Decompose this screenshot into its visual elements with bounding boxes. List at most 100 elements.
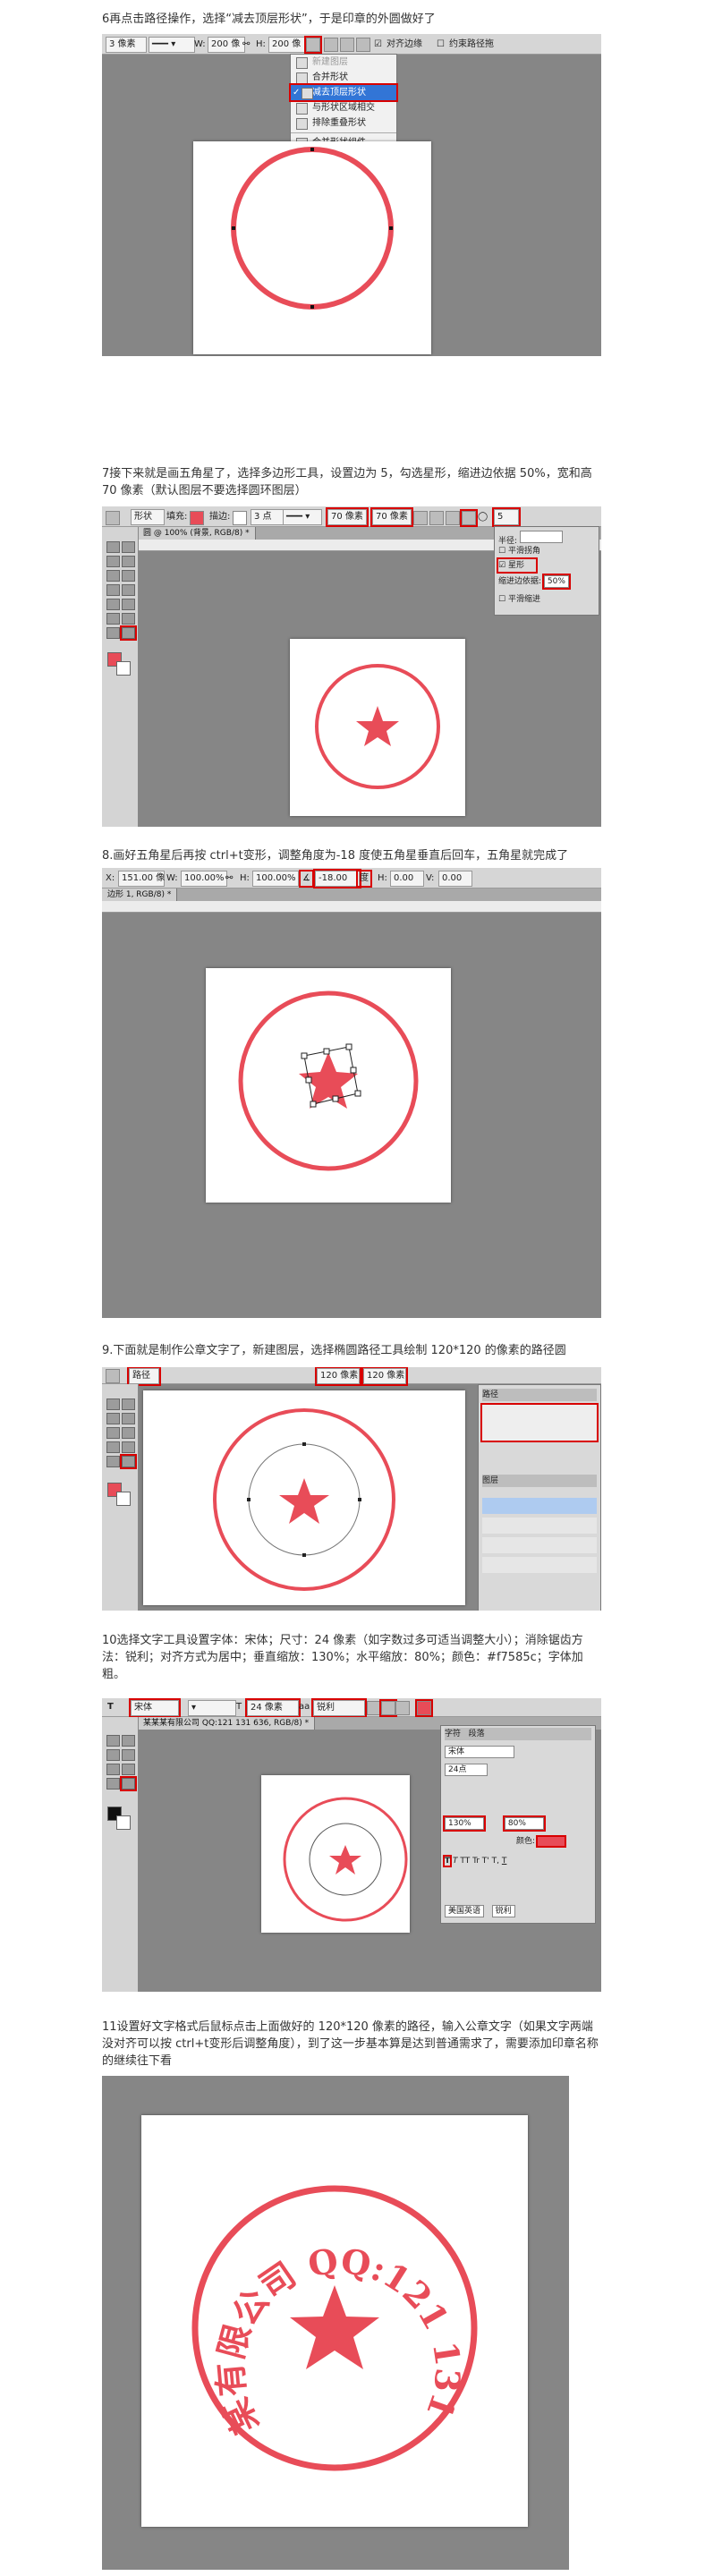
font-size-field[interactable]: 24 像素 bbox=[245, 1698, 301, 1718]
type-tool-icon[interactable] bbox=[120, 1776, 137, 1791]
stroke-size-field[interactable]: 3 像素 bbox=[106, 37, 147, 53]
marquee-tool-icon[interactable] bbox=[122, 1399, 135, 1410]
settings-gear-icon[interactable] bbox=[460, 509, 478, 527]
move-tool-icon[interactable] bbox=[106, 541, 120, 553]
stroke-style-dropdown[interactable]: ━━━ ▾ bbox=[149, 37, 195, 53]
path-operations-icon[interactable] bbox=[413, 511, 428, 525]
magic-wand-icon[interactable] bbox=[122, 1413, 135, 1424]
path-arrangement-icon[interactable] bbox=[340, 38, 354, 52]
faux-bold-icon[interactable]: T bbox=[442, 1855, 453, 1867]
path-select-icon[interactable] bbox=[106, 627, 120, 639]
width-scale-field[interactable]: 100.00% bbox=[181, 871, 227, 887]
stroke-swatch[interactable] bbox=[233, 511, 247, 525]
indent-field[interactable]: 50% bbox=[541, 574, 571, 590]
font-family-dropdown[interactable]: 宋体 bbox=[129, 1698, 181, 1718]
layer-row[interactable] bbox=[482, 1557, 597, 1573]
stroke-style-dropdown[interactable]: ━━━ ▾ bbox=[283, 509, 322, 525]
align-edges-checkbox[interactable]: ☑ bbox=[374, 38, 382, 52]
fill-swatch[interactable] bbox=[190, 511, 204, 525]
height-field[interactable]: 120 像素 bbox=[361, 1367, 408, 1386]
pen-tool-icon[interactable] bbox=[106, 1456, 120, 1467]
constrain-checkbox[interactable]: ☐ bbox=[437, 38, 445, 52]
v-skew-field[interactable]: 0.00 bbox=[438, 871, 472, 887]
crop-tool-icon[interactable] bbox=[106, 1427, 120, 1439]
polygon-tool-icon[interactable] bbox=[106, 511, 120, 525]
background-color-swatch[interactable] bbox=[116, 661, 131, 676]
font-style-dropdown[interactable]: ▾ bbox=[188, 1700, 236, 1716]
marquee-tool-icon[interactable] bbox=[122, 1735, 135, 1747]
document-canvas[interactable] bbox=[193, 141, 431, 354]
width-field[interactable]: 70 像素 bbox=[326, 507, 369, 527]
document-canvas[interactable] bbox=[261, 1775, 410, 1933]
menu-item-subtract[interactable]: ✓ 减去顶层形状 bbox=[289, 83, 398, 102]
lasso-tool-icon[interactable] bbox=[106, 1749, 120, 1761]
vertical-scale-field[interactable]: 130% bbox=[443, 1815, 486, 1832]
path-operations-icon[interactable] bbox=[304, 36, 322, 54]
background-color-swatch[interactable] bbox=[116, 1815, 131, 1830]
faux-italic-icon[interactable]: T bbox=[453, 1857, 458, 1866]
menu-item-exclude[interactable]: 排除重叠形状 bbox=[291, 115, 396, 131]
brush-tool-icon[interactable] bbox=[106, 1764, 120, 1775]
height-field[interactable]: 70 像素 bbox=[370, 507, 413, 527]
path-alignment-icon[interactable] bbox=[324, 38, 338, 52]
h-skew-field[interactable]: 0.00 bbox=[390, 871, 424, 887]
align-right-icon[interactable] bbox=[395, 1701, 410, 1715]
horizontal-scale-field[interactable]: 80% bbox=[502, 1815, 546, 1832]
brush-tool-icon[interactable] bbox=[106, 584, 120, 596]
stamp-tool-icon[interactable] bbox=[122, 1441, 135, 1453]
smooth-indent-row[interactable]: ☐ 平滑缩进 bbox=[498, 593, 595, 606]
radius-field[interactable] bbox=[519, 531, 563, 543]
document-canvas[interactable] bbox=[143, 1390, 465, 1605]
move-tool-icon[interactable] bbox=[106, 1735, 120, 1747]
antialias-dropdown[interactable]: 锐利 bbox=[311, 1698, 367, 1718]
width-field[interactable]: 120 像素 bbox=[315, 1367, 361, 1386]
document-canvas[interactable] bbox=[206, 968, 451, 1203]
eyedropper-icon[interactable] bbox=[122, 1427, 135, 1439]
text-color-swatch[interactable] bbox=[415, 1699, 433, 1717]
panel-antialias-dropdown[interactable]: 锐利 bbox=[491, 1905, 515, 1917]
smooth-corners-row[interactable]: ☐ 平滑拐角 bbox=[498, 545, 595, 557]
type-tool-icon[interactable] bbox=[122, 613, 135, 625]
ellipse-tool-icon[interactable] bbox=[120, 1454, 137, 1469]
polygon-tool-icon[interactable] bbox=[120, 625, 137, 641]
move-tool-icon[interactable] bbox=[106, 1399, 120, 1410]
align-left-icon[interactable] bbox=[367, 1701, 381, 1715]
stamp-tool-icon[interactable] bbox=[122, 584, 135, 596]
x-field[interactable]: 151.00 像 bbox=[118, 871, 165, 887]
path-alignment-icon[interactable] bbox=[429, 511, 444, 525]
layer-row[interactable] bbox=[482, 1518, 597, 1534]
layer-row[interactable] bbox=[482, 1537, 597, 1553]
pen-tool-icon[interactable] bbox=[106, 613, 120, 625]
star-row[interactable]: ☑ 星形 bbox=[497, 557, 538, 574]
menu-item-combine[interactable]: 合并形状 bbox=[291, 70, 396, 85]
link-icon[interactable]: ⚯ bbox=[242, 38, 250, 52]
mode-dropdown[interactable]: 形状 bbox=[131, 509, 165, 525]
width-field[interactable]: 200 像 bbox=[208, 37, 245, 53]
underline-icon[interactable]: T bbox=[502, 1857, 507, 1866]
tab-character[interactable]: 字符 bbox=[445, 1730, 461, 1739]
link-icon[interactable]: ⚯ bbox=[225, 871, 233, 886]
ellipse-tool-icon[interactable] bbox=[106, 1369, 120, 1383]
layer-row-selected[interactable] bbox=[482, 1498, 597, 1514]
document-tab[interactable]: 圆 @ 100% (背景, RGB/8) * bbox=[138, 527, 256, 540]
lasso-tool-icon[interactable] bbox=[106, 1413, 120, 1424]
panel-font-field[interactable]: 宋体 bbox=[445, 1746, 514, 1758]
layers-panel-tab[interactable]: 图层 bbox=[482, 1475, 597, 1487]
crop-tool-icon[interactable] bbox=[106, 570, 120, 582]
tab-paragraph[interactable]: 段落 bbox=[469, 1730, 485, 1739]
stroke-size-field[interactable]: 3 点 bbox=[251, 509, 285, 525]
stamp-tool-icon[interactable] bbox=[122, 1764, 135, 1775]
pen-tool-icon[interactable] bbox=[106, 1778, 120, 1790]
paths-panel-tab[interactable]: 路径 bbox=[482, 1389, 597, 1401]
magic-wand-icon[interactable] bbox=[122, 1749, 135, 1761]
document-canvas[interactable] bbox=[290, 639, 465, 816]
document-canvas[interactable]: 某某某有限公司 QQ:121 131 636 bbox=[124, 2083, 528, 2527]
marquee-tool-icon[interactable] bbox=[122, 541, 135, 553]
panel-size-field[interactable]: 24点 bbox=[445, 1764, 488, 1776]
magic-wand-icon[interactable] bbox=[122, 556, 135, 567]
panel-color-swatch[interactable] bbox=[535, 1834, 566, 1848]
sides-field[interactable]: 5 bbox=[492, 507, 521, 527]
document-tab[interactable]: 边形 1, RGB/8) * bbox=[102, 888, 178, 901]
path-arrangement-icon[interactable] bbox=[446, 511, 460, 525]
height-field[interactable]: 200 像 bbox=[268, 37, 306, 53]
